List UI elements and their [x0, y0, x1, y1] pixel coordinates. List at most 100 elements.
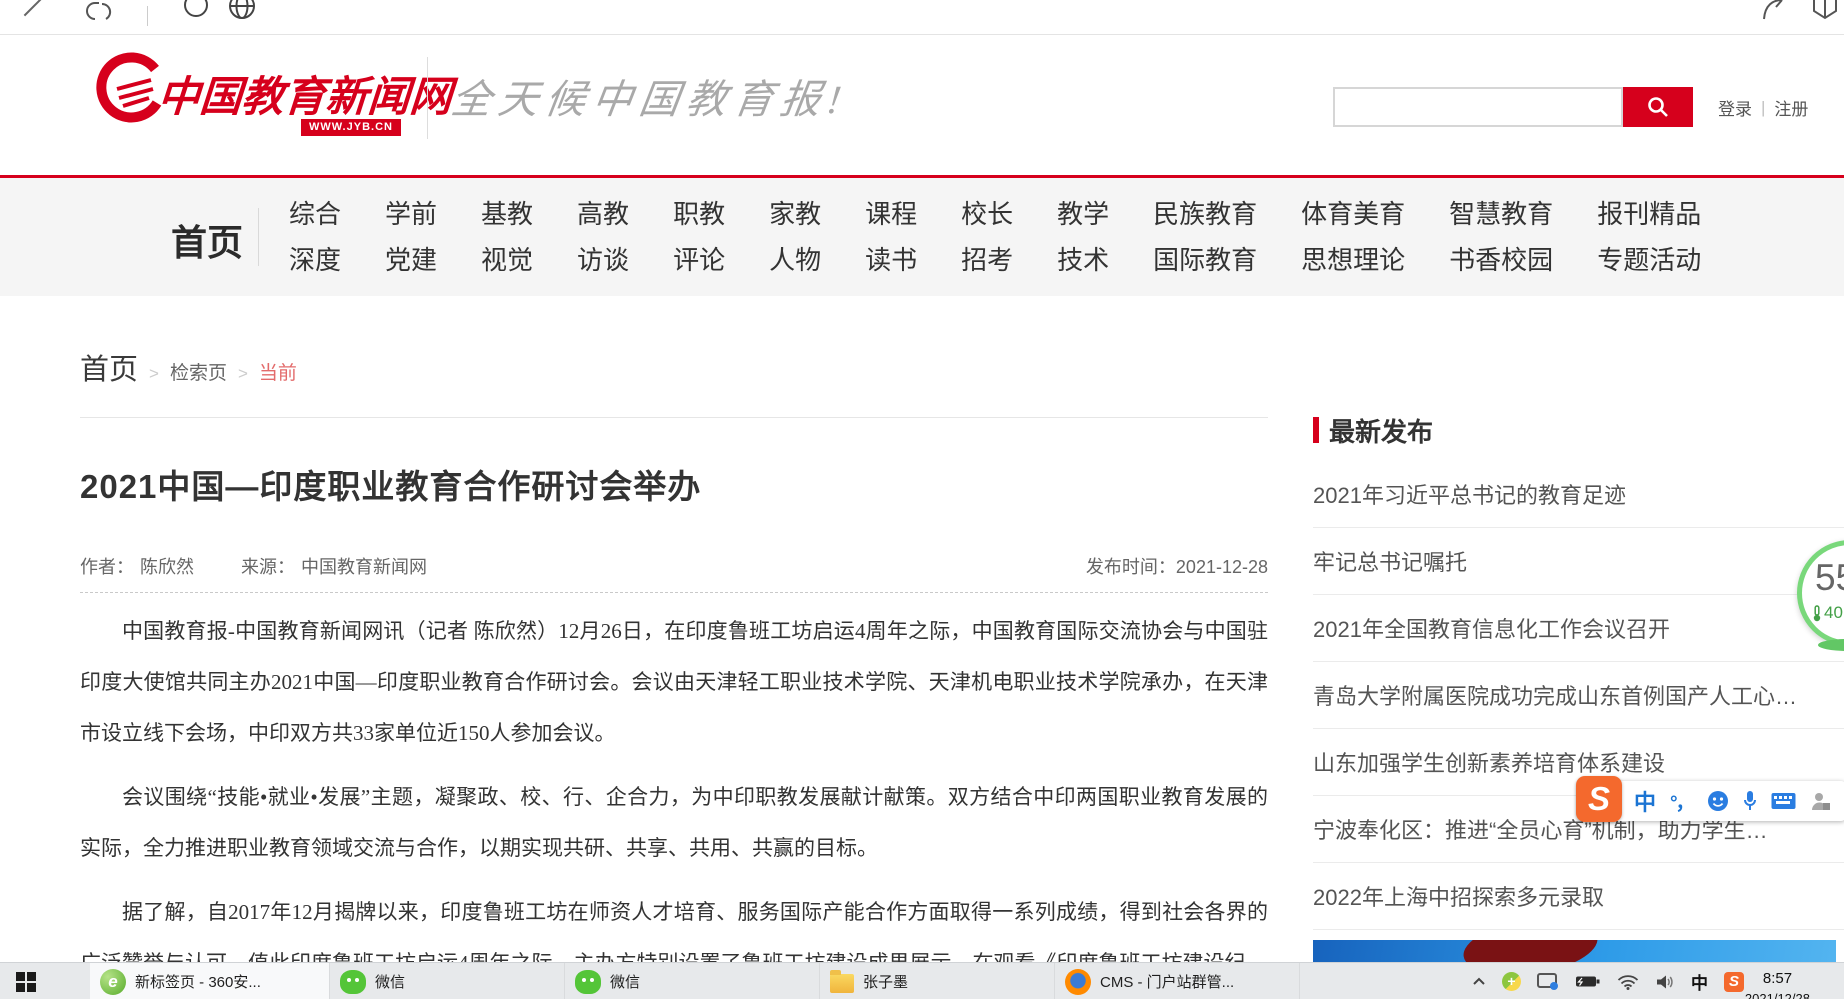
- meta-dashed-divider: [80, 592, 1268, 593]
- browser-toolbar: [0, 0, 1844, 35]
- taskbar-app-label: 新标签页 - 360安...: [135, 971, 261, 992]
- nav-col-jijiao: 基教视觉: [481, 191, 533, 283]
- windows-taskbar: 新标签页 - 360安... 微信 微信 张子墨 CMS - 门户站群管...: [0, 962, 1844, 999]
- wechat-icon: [575, 970, 601, 994]
- search-button[interactable]: [1623, 87, 1693, 127]
- sidebar-link[interactable]: 山东加强学生创新素养培育体系建设: [1313, 746, 1844, 778]
- login-link[interactable]: 登录: [1718, 95, 1752, 120]
- chevron-right-icon: >: [238, 364, 248, 384]
- article-meta-right: 发布时间：2021-12-28: [1086, 553, 1268, 579]
- nav-item[interactable]: 评论: [673, 237, 725, 283]
- folder-icon: [830, 974, 854, 993]
- nav-item[interactable]: 智慧教育: [1449, 191, 1553, 237]
- chevron-right-icon: >: [149, 364, 159, 384]
- sogou-ime-toolbar: S 中 °，: [1578, 781, 1844, 821]
- nav-item[interactable]: 家教: [769, 191, 821, 237]
- taskbar-clock[interactable]: 8:57 2021/12/28: [1745, 970, 1810, 999]
- firefox-icon: [1065, 969, 1091, 995]
- sidebar-link[interactable]: 2021年习近平总书记的教育足迹: [1313, 478, 1844, 510]
- article-title: 2021中国—印度职业教育合作研讨会举办: [80, 460, 701, 508]
- publish-label: 发布时间：: [1086, 557, 1176, 577]
- article-paragraph: 中国教育报-中国教育新闻网讯（记者 陈欣然）12月26日，在印度鲁班工坊启运4周…: [80, 606, 1268, 759]
- list-item: 2021年全国教育信息化工作会议召开: [1313, 595, 1844, 662]
- 360-ball-icon[interactable]: [1502, 972, 1521, 991]
- list-item: 2022年上海中招探索多元录取: [1313, 863, 1844, 930]
- taskbar-app-folder[interactable]: 张子墨: [820, 963, 1055, 999]
- nav-item[interactable]: 报刊精品: [1597, 191, 1701, 237]
- nav-item[interactable]: 书香校园: [1449, 237, 1553, 283]
- nav-item[interactable]: 人物: [769, 237, 821, 283]
- site-slogan: 全天候中国教育报!: [448, 67, 852, 125]
- ime-lang-mode[interactable]: 中: [1634, 785, 1656, 817]
- mic-icon[interactable]: [1743, 790, 1757, 812]
- sidebar-link[interactable]: 牢记总书记嘱托: [1313, 545, 1844, 577]
- globe-icon[interactable]: [226, 0, 258, 25]
- start-button[interactable]: [16, 972, 36, 992]
- nav-col-zhihui: 智慧教育书香校园: [1449, 191, 1553, 283]
- wechat-icon: [340, 970, 366, 994]
- nav-col-baokan: 报刊精品专题活动: [1597, 191, 1701, 283]
- chevron-up-icon[interactable]: [1472, 977, 1486, 986]
- nav-item[interactable]: 民族教育: [1153, 191, 1257, 237]
- breadcrumb-home[interactable]: 首页: [80, 346, 138, 388]
- sogou-tray-icon[interactable]: [1724, 972, 1744, 992]
- nav-item[interactable]: 专题活动: [1597, 237, 1701, 283]
- taskbar-apps: 新标签页 - 360安... 微信 微信 张子墨 CMS - 门户站群管...: [90, 963, 1300, 999]
- nav-item[interactable]: 职教: [673, 191, 725, 237]
- wifi-icon[interactable]: [1617, 974, 1639, 990]
- app-window-icon[interactable]: [1810, 0, 1840, 21]
- latest-sidebar: 最新发布 2021年习近平总书记的教育足迹 牢记总书记嘱托 2021年全国教育信…: [1313, 413, 1844, 930]
- battery-icon[interactable]: [1576, 975, 1601, 988]
- nav-item[interactable]: 视觉: [481, 237, 533, 283]
- sidebar-link[interactable]: 青岛大学附属医院成功完成山东首例国产人工心…: [1313, 679, 1844, 711]
- nav-item[interactable]: 校长: [961, 191, 1013, 237]
- nav-item[interactable]: 学前: [385, 191, 437, 237]
- taskbar-app-360browser[interactable]: 新标签页 - 360安...: [90, 963, 330, 999]
- nav-item[interactable]: 访谈: [577, 237, 629, 283]
- keyboard-icon[interactable]: [1771, 792, 1796, 810]
- search-input[interactable]: [1333, 87, 1623, 127]
- nav-item[interactable]: 基教: [481, 191, 533, 237]
- nav-item[interactable]: 课程: [865, 191, 917, 237]
- thermometer-icon: [1812, 605, 1822, 622]
- taskbar-app-firefox-cms[interactable]: CMS - 门户站群管...: [1055, 963, 1300, 999]
- screen-sync-icon[interactable]: [1537, 973, 1560, 990]
- nav-item[interactable]: 综合: [289, 191, 341, 237]
- nav-item[interactable]: 高教: [577, 191, 629, 237]
- nav-item[interactable]: 技术: [1057, 237, 1109, 283]
- nav-item[interactable]: 招考: [961, 237, 1013, 283]
- sogou-logo-icon[interactable]: S: [1576, 776, 1622, 822]
- taskbar-app-wechat-2[interactable]: 微信: [565, 963, 820, 999]
- article-meta-left: 作者：陈欣然 来源：中国教育新闻网: [80, 553, 433, 579]
- circle-icon[interactable]: [182, 0, 210, 23]
- nav-col-tiyu: 体育美育思想理论: [1301, 191, 1405, 283]
- clock-date: 2021/12/28: [1745, 991, 1810, 999]
- sidebar-link[interactable]: 2022年上海中招探索多元录取: [1313, 880, 1844, 912]
- author-value: 陈欣然: [140, 557, 194, 577]
- nav-item[interactable]: 国际教育: [1153, 237, 1257, 283]
- breadcrumb-divider: [80, 417, 1268, 418]
- speed-ball-temperature: 40: [1812, 603, 1843, 623]
- sidebar-link[interactable]: 2021年全国教育信息化工作会议召开: [1313, 612, 1844, 644]
- nav-item[interactable]: 读书: [865, 237, 917, 283]
- register-link[interactable]: 注册: [1774, 95, 1808, 120]
- pen-icon[interactable]: [24, 0, 47, 16]
- share-icon[interactable]: [1760, 0, 1792, 21]
- ime-indicator[interactable]: 中: [1691, 969, 1708, 994]
- breadcrumb: 首页 > 检索页 > 当前: [80, 346, 297, 388]
- volume-icon[interactable]: [1655, 974, 1675, 990]
- user-icon[interactable]: [1810, 791, 1830, 811]
- nav-item[interactable]: 体育美育: [1301, 191, 1405, 237]
- punctuation-icon[interactable]: °，: [1670, 788, 1693, 815]
- taskbar-app-wechat-1[interactable]: 微信: [330, 963, 565, 999]
- emoji-icon[interactable]: [1707, 790, 1729, 812]
- nav-item[interactable]: 思想理论: [1301, 237, 1405, 283]
- nav-home[interactable]: 首页: [171, 214, 243, 266]
- link-icon[interactable]: [86, 0, 114, 23]
- site-logo[interactable]: 中国教育新闻网 WWW.JYB.CN: [0, 35, 430, 175]
- screen: 中国教育新闻网 WWW.JYB.CN 全天候中国教育报! 登录 | 注册 首页 …: [0, 0, 1844, 999]
- nav-item[interactable]: 党建: [385, 237, 437, 283]
- nav-item[interactable]: 教学: [1057, 191, 1109, 237]
- nav-item[interactable]: 深度: [289, 237, 341, 283]
- breadcrumb-search-page[interactable]: 检索页: [170, 358, 227, 385]
